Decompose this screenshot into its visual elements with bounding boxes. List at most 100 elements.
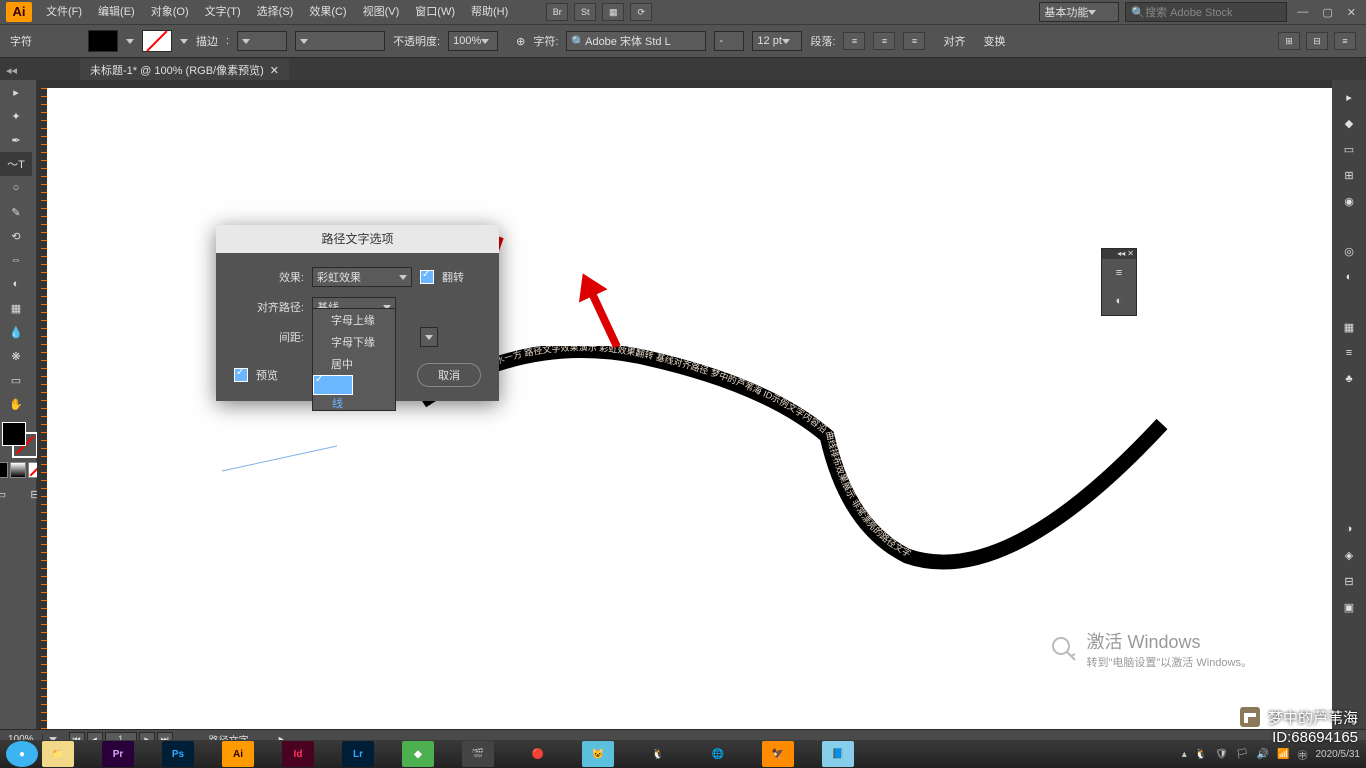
pen-tool[interactable]: ✒	[0, 128, 32, 152]
taskbar-illustrator-icon[interactable]: Ai	[222, 741, 254, 767]
dropdown-item-descender[interactable]: 字母下缘	[313, 331, 395, 353]
align-icon[interactable]: ⊟	[1336, 570, 1362, 592]
tray-date[interactable]: 2020/5/31	[1316, 749, 1361, 760]
pin-icon[interactable]: ⊞	[1278, 32, 1300, 50]
rotate-tool[interactable]: ⟲	[0, 224, 32, 248]
tray-qq-icon[interactable]: 🐧	[1195, 749, 1207, 760]
taskbar-premiere-icon[interactable]: Pr	[102, 741, 134, 767]
width-tool[interactable]: ⇔	[0, 248, 32, 272]
taskbar-app4-icon[interactable]: 🦅	[762, 741, 794, 767]
symbols-icon[interactable]: ♣	[1336, 368, 1362, 390]
menu-icon[interactable]: ≡	[1334, 32, 1356, 50]
close-button[interactable]: ✕	[1343, 6, 1360, 19]
align-right-icon[interactable]: ≡	[903, 32, 925, 50]
panel-lib-icon[interactable]: ◐	[1102, 287, 1136, 315]
stroke-weight[interactable]	[237, 31, 287, 51]
menu-edit[interactable]: 编辑(E)	[90, 0, 143, 24]
tray-flag-icon[interactable]: 🏳	[1236, 749, 1249, 760]
taskbar-indesign-icon[interactable]: Id	[282, 741, 314, 767]
tray-shield-icon[interactable]: 🛡	[1215, 749, 1228, 760]
stroke-icon[interactable]: ≡	[1336, 342, 1362, 364]
shaper-tool[interactable]: ✎	[0, 200, 32, 224]
hand-tool[interactable]: ✋	[0, 392, 32, 416]
magic-wand-tool[interactable]: ✦	[0, 104, 32, 128]
brushes-icon[interactable]: ◉	[1336, 190, 1362, 212]
bridge-icon[interactable]: Br	[546, 3, 568, 21]
maximize-button[interactable]: ▢	[1318, 6, 1336, 19]
floating-panel[interactable]: ◂◂✕ ≡ ◐	[1101, 248, 1137, 316]
flip-checkbox[interactable]	[420, 270, 434, 284]
selection-tool[interactable]: ▸	[0, 80, 32, 104]
taskbar-app3-icon[interactable]: 😺	[582, 741, 614, 767]
cc-icon[interactable]: ◎	[1336, 240, 1362, 262]
text-on-path-artwork[interactable]: 梦中的芦苇海 在水一方 路径文字效果演示 彩虹效果翻转 基线对齐路径 梦中的芦苇…	[417, 346, 1177, 606]
taskbar-browser-icon[interactable]: ●	[6, 741, 38, 767]
taskbar-notes-icon[interactable]: 📘	[822, 741, 854, 767]
cancel-button[interactable]: 取消	[417, 363, 481, 387]
menu-type[interactable]: 文字(T)	[197, 0, 249, 24]
fill-swatch[interactable]	[88, 30, 118, 52]
screen-mode-icon[interactable]: ▭	[0, 482, 17, 506]
align-link[interactable]: 对齐	[943, 33, 965, 49]
panel-icon[interactable]: ⊟	[1306, 32, 1328, 50]
swatches-icon[interactable]: ▦	[1336, 316, 1362, 338]
effect-dropdown[interactable]: 彩虹效果	[312, 267, 412, 287]
dropdown-item-center[interactable]: 居中	[313, 353, 395, 375]
gradient-mode-icon[interactable]	[10, 462, 26, 478]
artboard[interactable]: 梦中的芦苇海 在水一方 路径文字效果演示 彩虹效果翻转 基线对齐路径 梦中的芦苇…	[47, 88, 1332, 730]
fill-stroke-swatch[interactable]	[0, 420, 36, 456]
tray-ime-icon[interactable]: ㊥	[1298, 747, 1308, 762]
artboards-icon[interactable]: ⊞	[1336, 164, 1362, 186]
align-center-icon[interactable]: ≡	[873, 32, 895, 50]
menu-view[interactable]: 视图(V)	[355, 0, 408, 24]
panel-collapse-icon[interactable]: ◂◂	[1117, 249, 1125, 259]
layers-icon[interactable]: ▭	[1336, 138, 1362, 160]
tray-up-icon[interactable]: ▴	[1182, 749, 1187, 760]
menu-object[interactable]: 对象(O)	[143, 0, 197, 24]
stroke-profile[interactable]	[295, 31, 385, 51]
workspace-switcher[interactable]: 基本功能	[1039, 2, 1119, 22]
document-tab[interactable]: 未标题-1* @ 100% (RGB/像素预览) ✕	[80, 59, 289, 81]
taskbar-explorer-icon[interactable]: 📁	[42, 741, 74, 767]
menu-file[interactable]: 文件(F)	[38, 0, 90, 24]
transform-link[interactable]: 变换	[983, 33, 1005, 49]
taskbar-video-icon[interactable]: 🎬	[462, 741, 494, 767]
font-family[interactable]: 🔍 Adobe 宋体 Std L	[566, 31, 706, 51]
opacity-input[interactable]: 100%	[448, 31, 498, 51]
ellipse-tool[interactable]: ○	[0, 176, 32, 200]
tray-volume-icon[interactable]: 🔊	[1257, 749, 1269, 760]
taskbar-lightroom-icon[interactable]: Lr	[342, 741, 374, 767]
align-left-icon[interactable]: ≡	[843, 32, 865, 50]
color-icon[interactable]: ◐	[1336, 266, 1362, 288]
eyedropper-tool[interactable]: 💧	[0, 320, 32, 344]
properties-icon[interactable]: ▸	[1336, 86, 1362, 108]
stock-icon[interactable]: St	[574, 3, 596, 21]
arrange-icon[interactable]: ▦	[602, 3, 624, 21]
expand-icon[interactable]: ◂◂	[6, 64, 17, 77]
search-stock-input[interactable]: 🔍 搜索 Adobe Stock	[1125, 2, 1287, 22]
panel-menu-icon[interactable]: ≡	[1102, 259, 1136, 287]
transform-icon[interactable]: ▣	[1336, 596, 1362, 618]
taskbar-qq-icon[interactable]: 🐧	[642, 741, 674, 767]
menu-effect[interactable]: 效果(C)	[301, 0, 354, 24]
type-on-path-tool[interactable]: 〜T	[0, 152, 32, 176]
minimize-button[interactable]: —	[1293, 6, 1312, 19]
color-mode-icon[interactable]	[0, 462, 8, 478]
libraries-icon[interactable]: ◆	[1336, 112, 1362, 134]
preview-checkbox[interactable]	[234, 368, 248, 382]
taskbar-app2-icon[interactable]: 🔴	[522, 741, 554, 767]
appearance-icon[interactable]: ◑	[1336, 518, 1362, 540]
artboard-tool[interactable]: ▭	[0, 368, 32, 392]
font-style[interactable]: -	[714, 31, 744, 51]
mesh-tool[interactable]: ▦	[0, 296, 32, 320]
dropdown-item-baseline[interactable]: 基线	[313, 375, 353, 395]
taskbar-app-icon[interactable]: ◆	[402, 741, 434, 767]
gpu-icon[interactable]: ⟳	[630, 3, 652, 21]
dropdown-item-ascender[interactable]: 字母上缘	[313, 309, 395, 331]
menu-window[interactable]: 窗口(W)	[407, 0, 463, 24]
shape-builder-tool[interactable]: ◐	[0, 272, 32, 296]
menu-help[interactable]: 帮助(H)	[463, 0, 516, 24]
symbol-sprayer-tool[interactable]: ❋	[0, 344, 32, 368]
stroke-swatch[interactable]	[142, 30, 172, 52]
spacing-dropdown[interactable]	[420, 327, 438, 347]
